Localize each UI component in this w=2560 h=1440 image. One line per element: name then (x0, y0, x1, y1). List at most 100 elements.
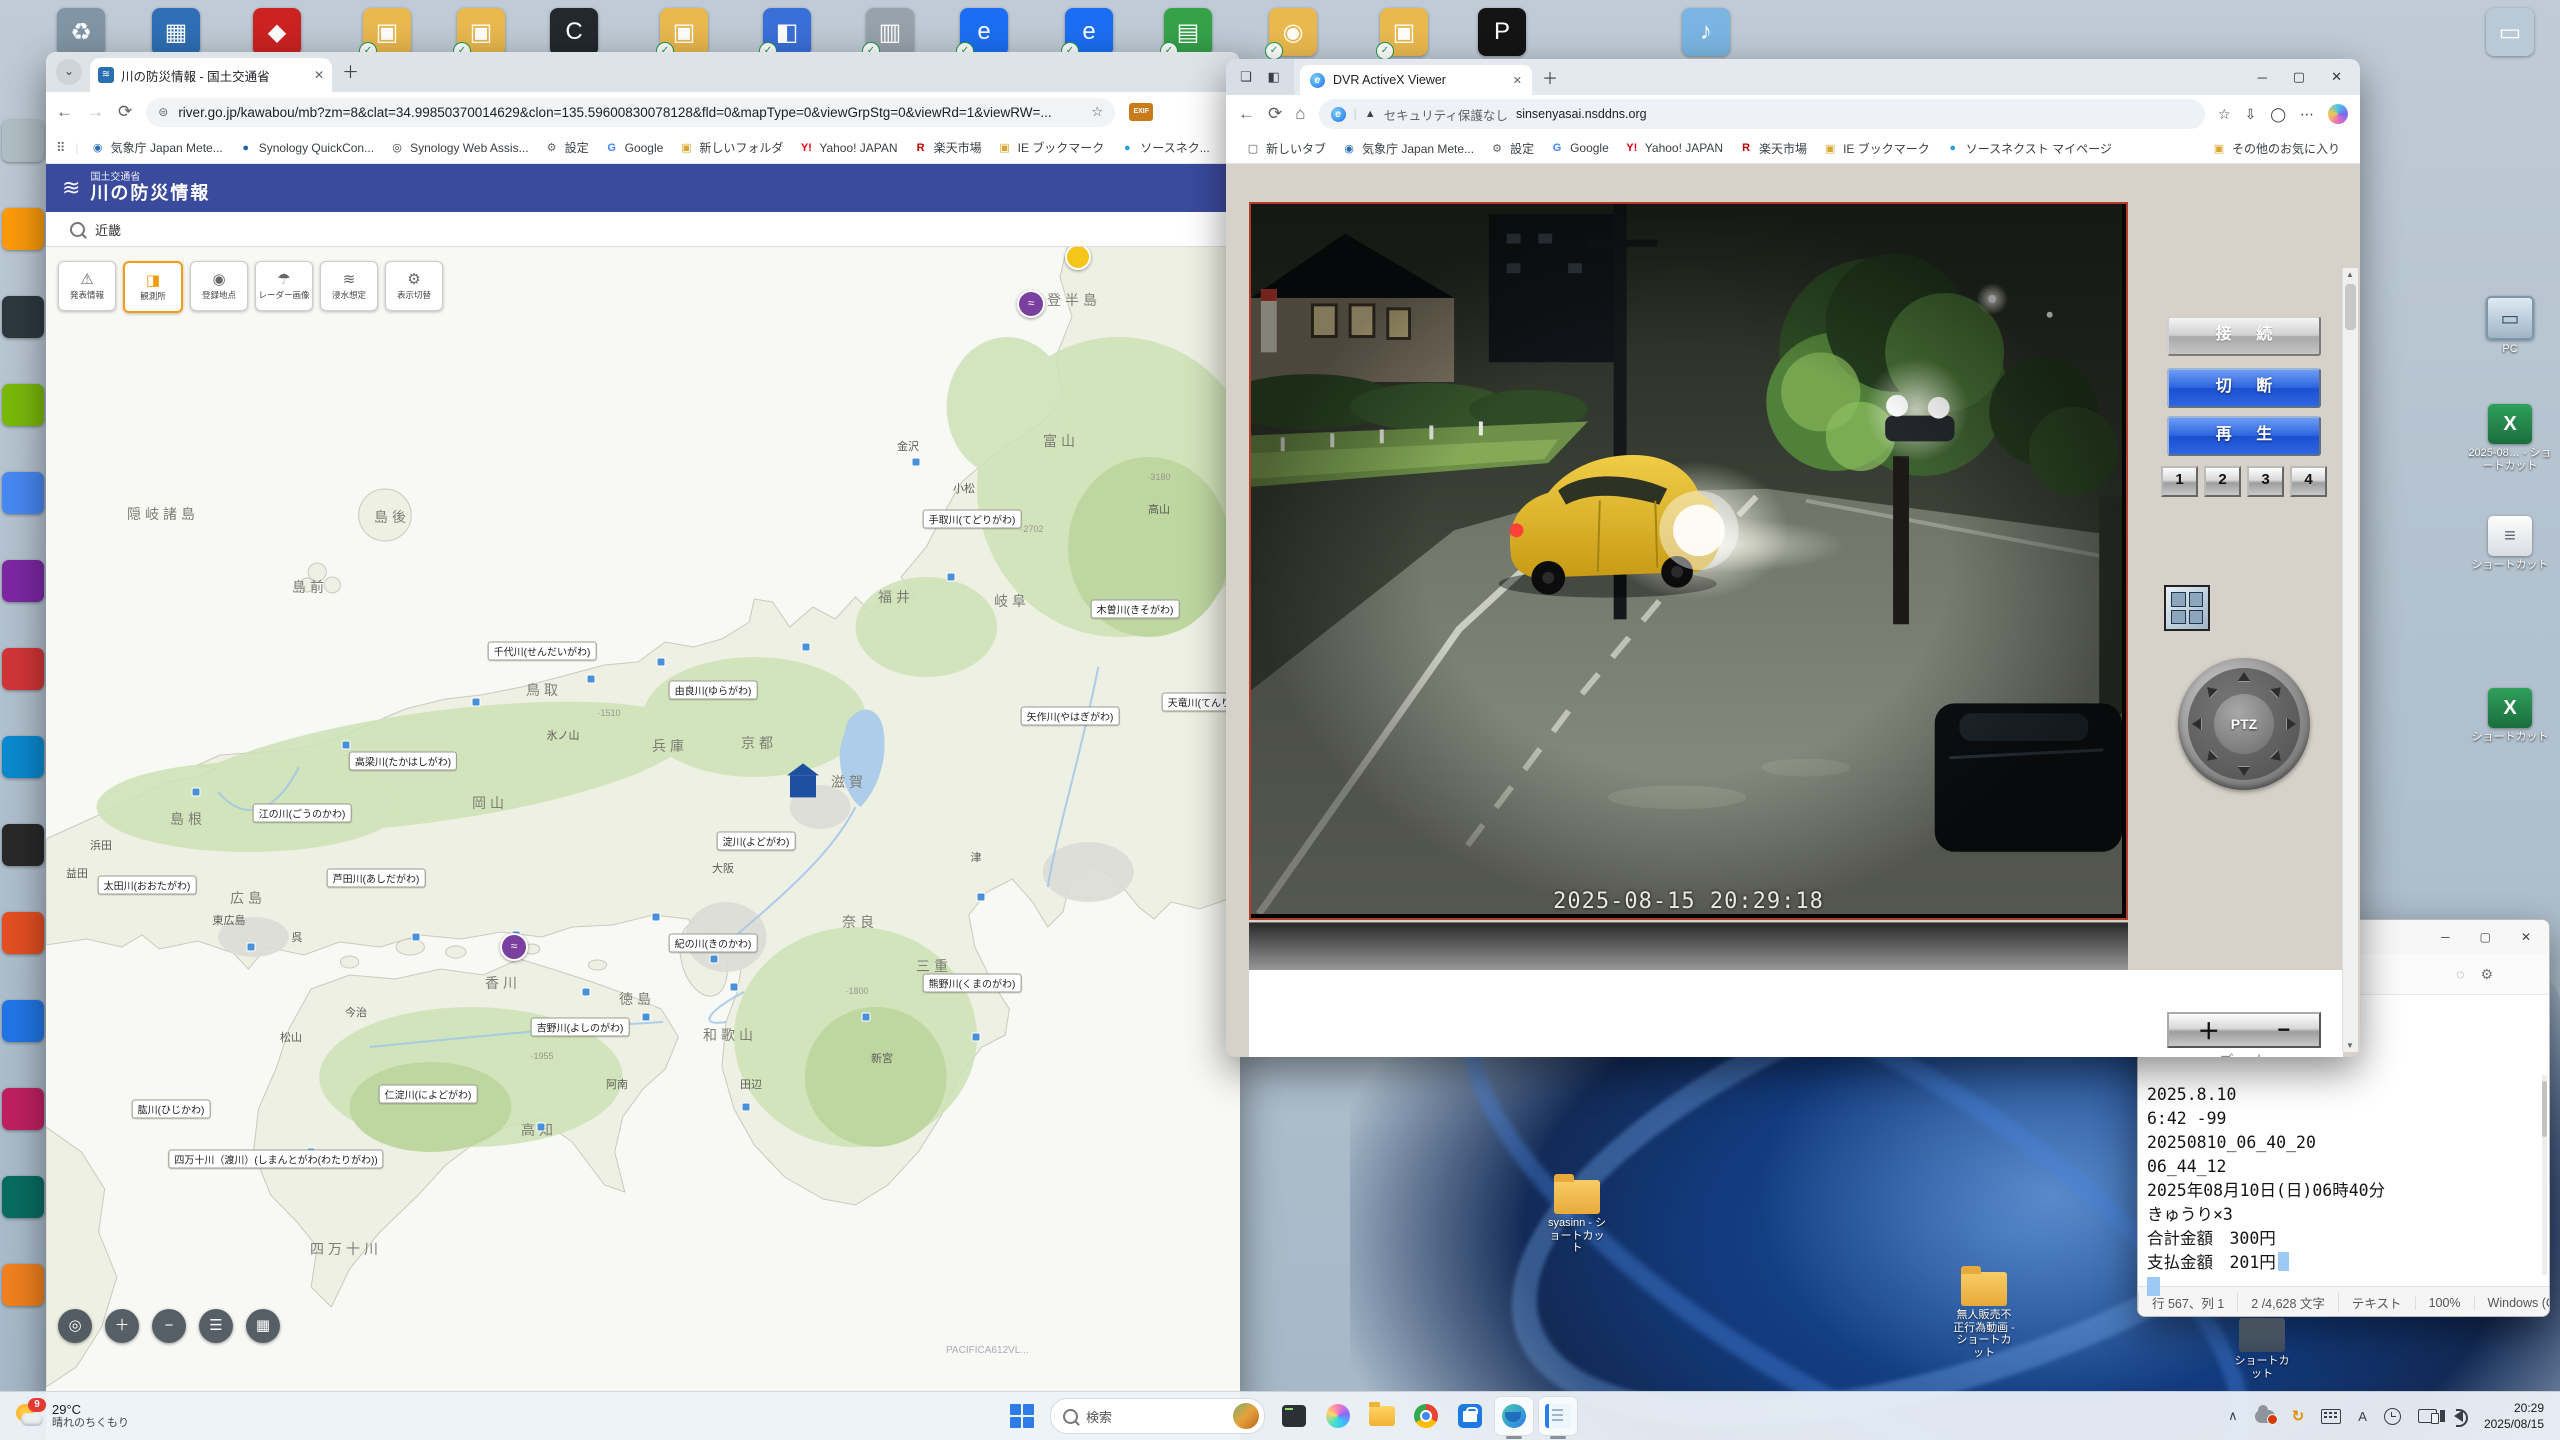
onedrive-icon[interactable] (2255, 1410, 2275, 1423)
bookmark-item[interactable]: ⚙ 設定 (537, 136, 597, 159)
desktop-icon[interactable] (2, 912, 44, 954)
minimize-button[interactable]: ─ (2258, 70, 2267, 85)
station-dot[interactable] (587, 675, 596, 684)
desktop-icon[interactable]: ▭ (2486, 8, 2534, 56)
settings-menu-icon[interactable]: ⋯ (2300, 106, 2314, 123)
station-dot[interactable] (642, 1013, 651, 1022)
quad-view-button[interactable] (2164, 585, 2210, 631)
channel-button[interactable]: 2 (2204, 466, 2241, 497)
station-dot[interactable] (412, 933, 421, 942)
desktop-icon[interactable]: C (550, 8, 598, 56)
desktop-icon[interactable]: e ✓ (1065, 8, 1113, 56)
forward-button[interactable]: → (87, 102, 104, 122)
desktop-icon[interactable]: ◉ ✓ (1269, 8, 1317, 56)
bookmark-item[interactable]: ▣ 新しいフォルダ (671, 136, 791, 159)
river-name-badge[interactable]: 木曽川(きそがわ) (1091, 600, 1180, 619)
reload-button[interactable]: ⟳ (118, 102, 132, 122)
station-dot[interactable] (582, 988, 591, 997)
disconnect-button[interactable]: 切 断 (2167, 368, 2321, 408)
other-favorites[interactable]: ▣その他のお気に入り (2204, 137, 2348, 160)
new-tab-button[interactable]: ＋ (1542, 65, 1558, 89)
river-name-badge[interactable]: 吉野川(よしのがわ) (531, 1018, 630, 1037)
desktop-icon[interactable] (2, 1176, 44, 1218)
desktop-icon[interactable]: ▣ ✓ (660, 8, 708, 56)
bookmark-item[interactable]: ◉ 気象庁 Japan Mete... (1334, 137, 1482, 160)
bookmark-item[interactable]: ◎ Synology Web Assis... (382, 138, 537, 158)
taskbar-app-button[interactable] (1319, 1397, 1357, 1435)
channel-button[interactable]: 3 (2247, 466, 2284, 497)
river-name-badge[interactable]: 仁淀川(によどがわ) (379, 1085, 478, 1104)
bookmark-item[interactable]: ● Synology QuickCon... (231, 138, 382, 158)
station-dot[interactable] (802, 643, 811, 652)
scroll-up-icon[interactable]: ▲ (2346, 270, 2354, 279)
map-control-button[interactable]: − (152, 1309, 186, 1343)
station-dot[interactable] (247, 943, 256, 952)
desktop-icon[interactable]: P (1478, 8, 1526, 56)
ptz-dial[interactable]: PTZ (2178, 658, 2310, 790)
map-tool-button[interactable]: ≋ 浸水想定 (320, 261, 378, 311)
river-name-badge[interactable]: 淀川(よどがわ) (717, 832, 796, 851)
downloads-icon[interactable]: ⇩ (2245, 106, 2257, 123)
desktop-shortcut[interactable]: ≡ ショートカット (2468, 516, 2552, 572)
desktop-icon[interactable] (2, 472, 44, 514)
river-map[interactable]: 隠岐諸島島後島前能登半島島根鳥取兵庫京都滋賀福井岐阜富山岡山広島香川徳島高知和歌… (46, 247, 1240, 1440)
station-dot[interactable] (657, 658, 666, 667)
desktop-icon[interactable]: ▣ ✓ (363, 8, 411, 56)
desktop-icon[interactable]: ▦ (152, 8, 200, 56)
hidden-icons-chevron[interactable]: ∧ (2228, 1408, 2238, 1424)
start-button[interactable] (1004, 1398, 1040, 1434)
scroll-down-icon[interactable]: ▼ (2346, 1041, 2354, 1050)
selected-station-icon[interactable] (790, 775, 816, 797)
desktop-shortcut[interactable]: X 2025-08… - ショートカット (2468, 404, 2552, 472)
desktop-icon[interactable]: ▥ ✓ (866, 8, 914, 56)
copilot-icon[interactable] (2328, 104, 2348, 124)
station-dot[interactable] (342, 741, 351, 750)
river-name-badge[interactable]: 紀の川(きのかわ) (669, 934, 758, 953)
close-button[interactable]: ✕ (2521, 930, 2531, 944)
desktop-icon[interactable] (2, 1088, 44, 1130)
zoom-menu-icon[interactable]: ◌ (2456, 966, 2464, 982)
taskbar-app-button[interactable] (1363, 1397, 1401, 1435)
bookmark-item[interactable]: ▣ IE ブックマーク (1815, 137, 1938, 160)
desktop-icon[interactable] (2, 1000, 44, 1042)
map-control-button[interactable]: ＋ (105, 1309, 139, 1343)
channel-button[interactable]: 1 (2161, 466, 2198, 497)
home-button[interactable]: ⌂ (1295, 104, 1305, 124)
bookmark-star-icon[interactable]: ☆ (1091, 104, 1103, 120)
station-dot[interactable] (652, 913, 661, 922)
site-settings-icon[interactable]: ⊜ (158, 105, 169, 119)
map-tool-button[interactable]: ☂ レーダー画像 (255, 261, 313, 311)
edge-active-tab[interactable]: e DVR ActiveX Viewer ✕ (1300, 65, 1532, 95)
taskbar-search[interactable]: 検索 (1050, 1398, 1265, 1434)
station-dot[interactable] (192, 788, 201, 797)
river-name-badge[interactable]: 芦田川(あしだがわ) (327, 869, 426, 888)
desktop-shortcut[interactable]: X ショートカット (2468, 688, 2552, 744)
river-name-badge[interactable]: 手取川(てどりがわ) (923, 510, 1022, 529)
station-dot[interactable] (537, 1123, 546, 1132)
map-control-button[interactable]: ▦ (246, 1309, 280, 1343)
tab-search-chevron-icon[interactable]: ⌄ (56, 59, 82, 85)
station-dot[interactable] (472, 698, 481, 707)
desktop-folder-shortcut[interactable]: ショートカット (2230, 1318, 2294, 1380)
station-dot[interactable] (947, 573, 956, 582)
new-tab-button[interactable]: ＋ (342, 58, 359, 83)
station-dot[interactable] (710, 955, 719, 964)
river-name-badge[interactable]: 四万十川（渡川）(しまんとがわ(わたりがわ)) (168, 1150, 383, 1169)
taskbar-app-button[interactable] (1495, 1397, 1533, 1435)
station-dot[interactable] (912, 458, 921, 467)
maximize-button[interactable]: ▢ (2480, 930, 2491, 944)
map-control-button[interactable]: ☰ (199, 1309, 233, 1343)
ptz-right-arrow[interactable] (2286, 718, 2296, 730)
desktop-icon[interactable] (2, 560, 44, 602)
scroll-thumb[interactable] (2345, 284, 2356, 330)
desktop-icon[interactable] (2, 120, 44, 162)
desktop-icon[interactable]: ♻ (57, 8, 105, 56)
ime-keyboard-icon[interactable] (2321, 1409, 2341, 1424)
bookmark-item[interactable]: ◉ 気象庁 Japan Mete... (83, 136, 231, 159)
alert-marker[interactable]: ≈ (500, 933, 528, 961)
alert-marker[interactable]: ≈ (1017, 290, 1045, 318)
chrome-active-tab[interactable]: ≋ 川の防災情報 - 国土交通省 ✕ (90, 58, 332, 92)
bookmark-item[interactable]: R 楽天市場 (906, 136, 990, 159)
taskbar-app-button[interactable] (1451, 1397, 1489, 1435)
desktop-folder-shortcut[interactable]: 無人販売不正行為動画 - ショートカット (1952, 1272, 2016, 1360)
